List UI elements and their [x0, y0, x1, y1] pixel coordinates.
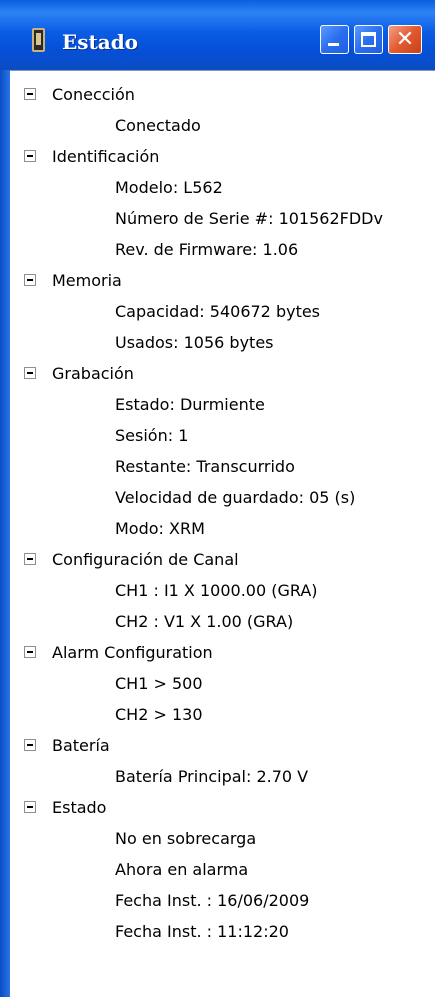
title-bar[interactable]: Estado ✕ — [0, 0, 435, 70]
minimize-icon — [328, 43, 339, 46]
tree-node-item[interactable]: Usados: 1056 bytes — [22, 327, 435, 358]
tree-node-item[interactable]: CH1 > 500 — [22, 668, 435, 699]
maximize-icon — [361, 32, 376, 47]
collapse-icon[interactable] — [24, 367, 36, 379]
tree-node-item[interactable]: CH2 > 130 — [22, 699, 435, 730]
device-icon — [32, 28, 45, 52]
close-button[interactable]: ✕ — [388, 25, 422, 54]
tree-node-item[interactable]: Ahora en alarma — [22, 854, 435, 885]
tree-node-group[interactable]: Estado — [22, 792, 435, 823]
tree-node-label: Identificación — [52, 147, 160, 166]
tree-node-item[interactable]: No en sobrecarga — [22, 823, 435, 854]
tree-node-group[interactable]: Batería — [22, 730, 435, 761]
tree-node-label: Memoria — [52, 271, 122, 290]
tree-node-label: Grabación — [52, 364, 134, 383]
minimize-button[interactable] — [320, 25, 349, 54]
tree-node-label: Batería — [52, 736, 110, 755]
tree-node-item[interactable]: Capacidad: 540672 bytes — [22, 296, 435, 327]
collapse-icon[interactable] — [24, 646, 36, 658]
collapse-icon[interactable] — [24, 88, 36, 100]
tree-node-group[interactable]: Grabación — [22, 358, 435, 389]
status-window: Estado ✕ Conección Conectado Identificació… — [0, 0, 435, 997]
tree-node-item[interactable]: CH2 : V1 X 1.00 (GRA) — [22, 606, 435, 637]
tree-view: Conección Conectado Identificación Modelo: … — [10, 70, 435, 997]
tree-node-item[interactable]: Rev. de Firmware: 1.06 — [22, 234, 435, 265]
status-tree: Conección Conectado Identificación Modelo: … — [22, 79, 435, 947]
tree-node-item[interactable]: Conectado — [22, 110, 435, 141]
tree-node-item[interactable]: Modelo: L562 — [22, 172, 435, 203]
close-icon: ✕ — [395, 27, 415, 52]
tree-node-group[interactable]: Identificación — [22, 141, 435, 172]
tree-node-item[interactable]: Restante: Transcurrido — [22, 451, 435, 482]
tree-node-label: Configuración de Canal — [52, 550, 239, 569]
tree-node-item[interactable]: CH1 : I1 X 1000.00 (GRA) — [22, 575, 435, 606]
tree-node-item[interactable]: Número de Serie #: 101562FDDv — [22, 203, 435, 234]
collapse-icon[interactable] — [24, 150, 36, 162]
tree-node-group[interactable]: Memoria — [22, 265, 435, 296]
maximize-button[interactable] — [354, 25, 383, 54]
window-frame — [0, 70, 10, 997]
collapse-icon[interactable] — [24, 553, 36, 565]
tree-node-label: Estado — [52, 798, 107, 817]
collapse-icon[interactable] — [24, 739, 36, 751]
tree-node-item[interactable]: Fecha Inst. : 16/06/2009 — [22, 885, 435, 916]
tree-node-item[interactable]: Velocidad de guardado: 05 (s) — [22, 482, 435, 513]
tree-node-group[interactable]: Alarm Configuration — [22, 637, 435, 668]
collapse-icon[interactable] — [24, 801, 36, 813]
window-title: Estado — [62, 30, 139, 54]
tree-node-label: Alarm Configuration — [52, 643, 213, 662]
tree-node-group[interactable]: Conección — [22, 79, 435, 110]
tree-node-item[interactable]: Modo: XRM — [22, 513, 435, 544]
tree-node-label: Conección — [52, 85, 135, 104]
tree-node-item[interactable]: Sesión: 1 — [22, 420, 435, 451]
tree-node-item[interactable]: Estado: Durmiente — [22, 389, 435, 420]
tree-node-item[interactable]: Fecha Inst. : 11:12:20 — [22, 916, 435, 947]
collapse-icon[interactable] — [24, 274, 36, 286]
tree-node-item[interactable]: Batería Principal: 2.70 V — [22, 761, 435, 792]
tree-node-group[interactable]: Configuración de Canal — [22, 544, 435, 575]
